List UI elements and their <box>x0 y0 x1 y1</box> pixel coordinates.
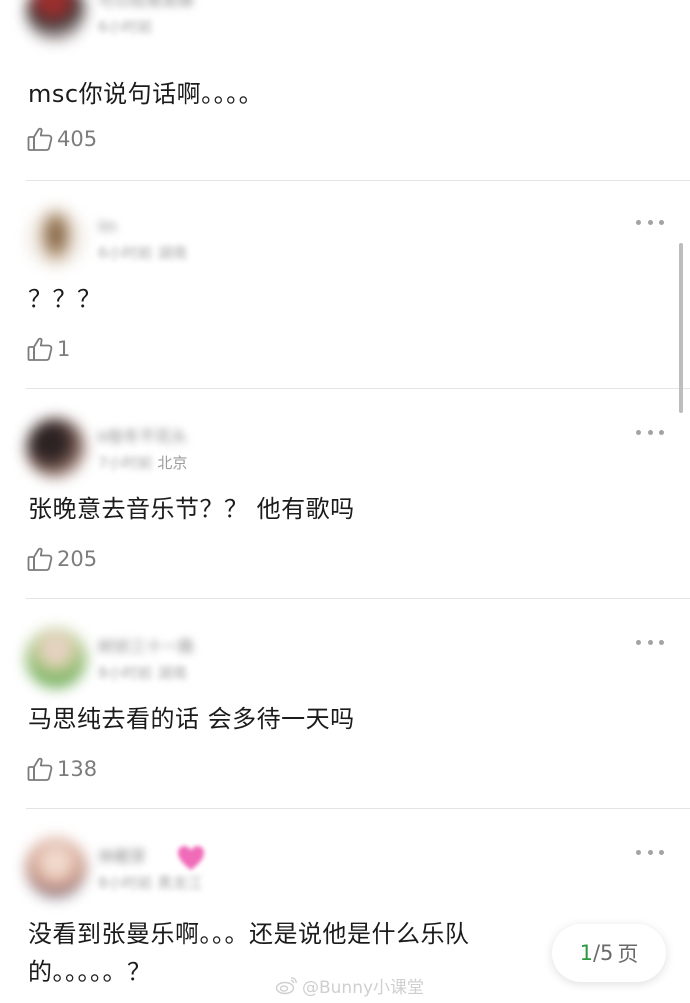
thumb-up-icon <box>27 337 53 361</box>
comment-meta: 6小时前 <box>98 18 153 36</box>
comment-text: 张晚意去音乐节？？ 他有歌吗 <box>28 495 355 523</box>
page-suffix: 页 <box>617 942 639 966</box>
like-button[interactable]: 205 <box>26 545 97 573</box>
avatar[interactable] <box>26 418 86 478</box>
comment-item: k桂冬不花头 7小时前 北京 张晚意去音乐节？？ 他有歌吗 205 <box>0 418 690 629</box>
comment-meta: 8小时前 湖南 <box>98 664 187 682</box>
comment-item: 可以轻易卖掉 6小时前 msc你说句话啊。。。。 405 <box>0 0 690 193</box>
like-button[interactable]: 138 <box>26 755 97 783</box>
avatar[interactable] <box>26 0 86 42</box>
like-button[interactable]: 405 <box>26 125 97 153</box>
more-dots-icon[interactable] <box>636 636 664 648</box>
watermark: @Bunny小课堂 <box>275 972 424 998</box>
divider <box>26 388 690 389</box>
like-button[interactable]: 1 <box>26 335 70 363</box>
weibo-logo-icon <box>275 977 297 995</box>
avatar[interactable] <box>26 628 86 688</box>
divider <box>26 598 690 599</box>
current-page: 1 <box>579 941 593 965</box>
comment-meta: 8小时前 黑龙江 <box>98 874 202 892</box>
comment-text: msc你说句话啊。。。。 <box>28 80 264 108</box>
comment-time: 8小时前 黑龙江 <box>98 874 203 892</box>
comment-text: ？？？ <box>28 285 102 313</box>
username[interactable]: 树状三十一路 <box>98 638 238 656</box>
comment-time: 6小时前 <box>98 18 153 36</box>
username[interactable]: 可以轻易卖掉 <box>98 0 238 10</box>
divider <box>26 180 690 181</box>
like-count: 1 <box>57 337 71 361</box>
comment-time: 6小时前 湖南 <box>98 244 188 262</box>
comment-item: lin 6小时前 湖南 ？？？ 1 <box>0 208 690 419</box>
avatar[interactable] <box>26 838 86 898</box>
comments-page: 可以轻易卖掉 6小时前 msc你说句话啊。。。。 405 lin 6小时前 湖南… <box>0 0 690 1003</box>
page-indicator[interactable]: 1 /5 页 <box>552 924 666 982</box>
more-dots-icon[interactable] <box>636 846 664 858</box>
more-dots-icon[interactable] <box>636 216 664 228</box>
thumb-up-icon <box>27 127 53 151</box>
comment-time: 7小时前 <box>98 454 153 472</box>
comment-meta: 6小时前 湖南 <box>98 244 187 262</box>
watermark-text: @Bunny小课堂 <box>302 977 425 998</box>
like-count: 205 <box>57 547 98 571</box>
comment-text: 马思纯去看的话 会多待一天吗 <box>28 705 355 733</box>
heart-icon <box>178 846 204 870</box>
username[interactable]: 休眠芽 <box>98 848 178 866</box>
avatar[interactable] <box>26 208 86 268</box>
like-count: 405 <box>57 127 98 151</box>
more-dots-icon[interactable] <box>636 426 664 438</box>
thumb-up-icon <box>27 757 53 781</box>
total-pages: /5 <box>592 941 614 965</box>
username[interactable]: lin <box>98 218 238 236</box>
like-count: 138 <box>57 757 98 781</box>
comment-location: 北京 <box>157 454 188 472</box>
scrollbar[interactable] <box>679 243 683 413</box>
comment-meta: 7小时前 北京 <box>98 454 187 472</box>
divider <box>26 808 690 809</box>
comment-item: 树状三十一路 8小时前 湖南 马思纯去看的话 会多待一天吗 138 <box>0 628 690 839</box>
thumb-up-icon <box>27 547 53 571</box>
username[interactable]: k桂冬不花头 <box>98 428 238 446</box>
more-dots-icon[interactable] <box>636 0 664 2</box>
comment-time: 8小时前 湖南 <box>98 664 188 682</box>
